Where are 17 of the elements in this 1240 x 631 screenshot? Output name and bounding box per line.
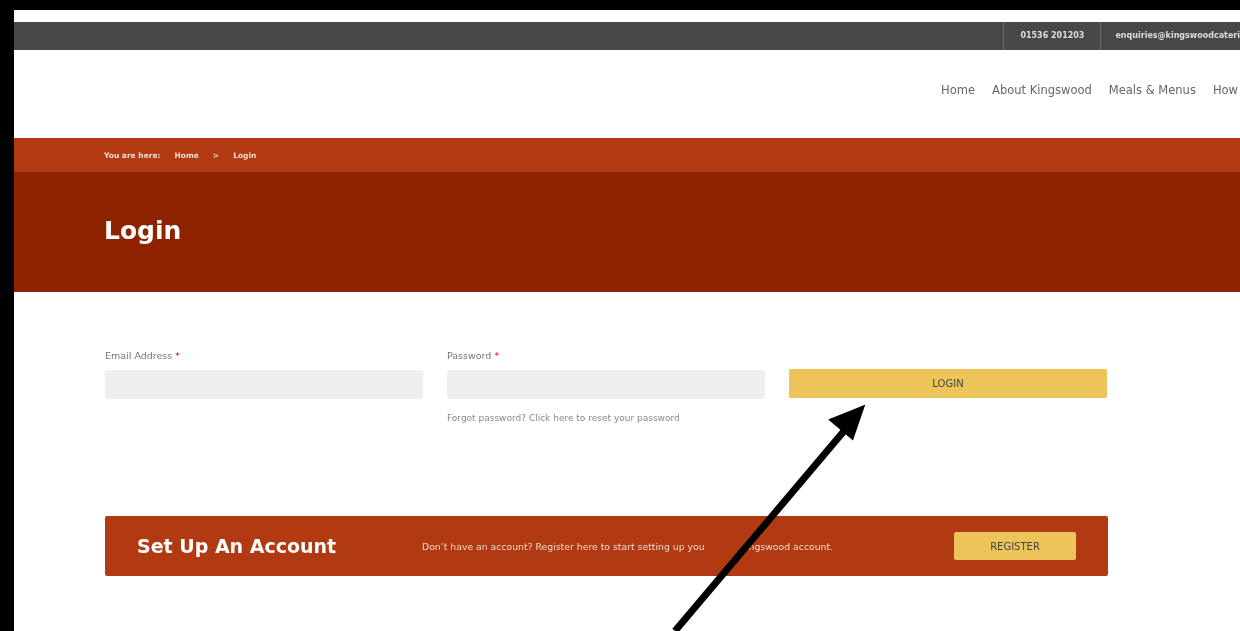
required-mark: * [175,350,180,361]
email-address: enquiries@kingswoodcateri [1100,22,1240,50]
banner-title: Set Up An Account [137,535,338,557]
nav-link[interactable]: How [1212,83,1238,97]
banner-text: Don’t have an account? Register here to start setting up you [422,540,705,552]
banner-text: ngswood account. [748,540,834,552]
forgot-password-link[interactable]: Forgot password? Click here to reset your password [447,413,765,423]
page-title: Login [104,216,183,245]
nav-link[interactable]: Meals & Menus [1108,83,1196,97]
field-label: Email Address [105,350,173,361]
field-label: Password [447,350,492,361]
phone-number: 01536 201203 [1003,22,1101,50]
register-button[interactable]: REGISTER [954,532,1076,560]
nav-link[interactable]: About Kingswood [992,83,1092,97]
nav-link[interactable]: Home [941,83,976,97]
login-button[interactable]: LOGIN [789,369,1107,398]
required-mark: * [494,350,500,361]
